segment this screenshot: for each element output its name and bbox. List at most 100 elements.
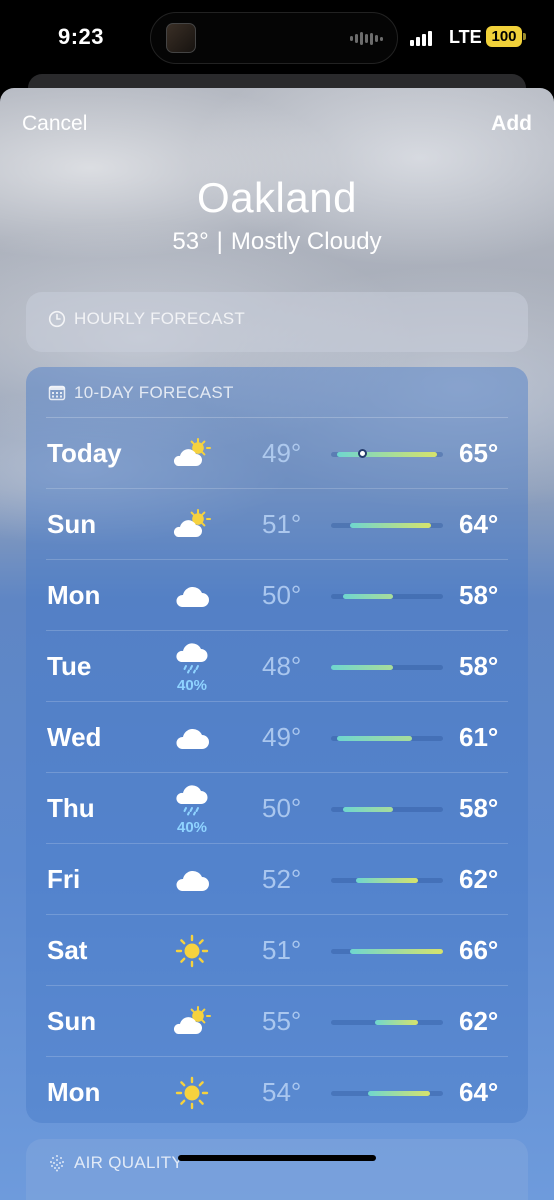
forecast-day: Mon [47,580,101,610]
temp-range-fill [343,594,394,599]
sun-icon [170,929,214,973]
partly-sunny-icon [170,1000,214,1044]
forecast-row[interactable]: Mon 54° 64° [26,1057,528,1128]
temp-range-fill [337,452,437,457]
home-indicator[interactable] [178,1155,376,1161]
current-condition: Mostly Cloudy [230,228,382,255]
air-quality-card[interactable]: AIR QUALITY [26,1139,528,1200]
clock-icon [48,310,66,328]
low-temp: 50° [262,793,302,823]
summary-separator: | [216,228,223,255]
partly-sunny-icon [170,432,214,476]
cloud-icon [170,574,214,618]
forecast-row[interactable]: Sun 55° 62° [26,986,528,1057]
temp-range-bar [331,594,443,599]
forecast-day: Thu [47,793,95,823]
city-name: Oakland [197,174,357,221]
temp-range-bar [331,878,443,883]
sun-icon [170,1071,214,1115]
dynamic-island[interactable] [150,12,398,64]
forecast-row[interactable]: Today 49° 65° [26,418,528,489]
forecast-day: Sun [47,509,97,539]
temp-range-bar [331,736,443,741]
forecast-row[interactable]: Sat 51° 66° [26,915,528,986]
temp-range-bar [331,523,443,528]
temp-range-fill [368,1091,431,1096]
temp-range-bar [331,1091,443,1096]
hourly-forecast-header: HOURLY FORECAST [48,309,245,329]
air-quality-header: AIR QUALITY [48,1153,183,1173]
current-temp-marker [357,449,367,458]
forecast-row[interactable]: Thu 40% 50° 58° [26,773,528,844]
precip-chance: 40% [176,819,208,836]
forecast-row[interactable]: Mon 50° 58° [26,560,528,631]
temp-range-bar [331,949,443,954]
high-temp: 58° [459,651,499,681]
current-temperature: 53° [172,228,209,255]
low-temp: 48° [262,651,302,681]
cancel-button[interactable]: Cancel [22,112,87,136]
temp-range-fill [349,949,443,954]
high-temp: 64° [459,1077,499,1107]
rain-cloud-icon [170,635,214,679]
temp-range-fill [349,523,431,528]
temp-range-fill [331,665,394,670]
forecast-day: Today [47,438,122,468]
hourly-forecast-card[interactable]: HOURLY FORECAST [26,292,528,352]
status-bar: 9:23 LTE 100 [0,0,554,84]
forecast-day: Fri [47,864,81,894]
temp-range-fill [374,1020,419,1025]
ten-day-forecast-header: 10-DAY FORECAST [48,383,234,403]
weather-sheet: Cancel Add Oakland 53° | Mostly Cloudy HOU… [0,88,554,1200]
forecast-day: Wed [47,722,102,752]
forecast-day: Mon [47,1077,101,1107]
cloud-icon [170,858,214,902]
add-button[interactable]: Add [491,112,532,136]
temp-range-fill [355,878,419,883]
air-quality-icon [50,1155,64,1172]
high-temp: 64° [459,509,499,539]
temp-range-bar [331,1020,443,1025]
temp-range-fill [343,807,394,812]
temp-range-fill [337,736,412,741]
low-temp: 54° [262,1077,302,1107]
rain-cloud-icon [170,777,214,821]
current-summary: 53° | Mostly Cloudy [0,228,554,256]
low-temp: 51° [262,509,302,539]
ten-day-forecast-card[interactable]: 10-DAY FORECAST Today 49° 65° Sun 51° 64° Mon 5… [26,367,528,1123]
low-temp: 50° [262,580,302,610]
high-temp: 62° [459,864,499,894]
high-temp: 58° [459,580,499,610]
low-temp: 52° [262,864,302,894]
forecast-row[interactable]: Tue 40% 48° 58° [26,631,528,702]
air-quality-title: AIR QUALITY [74,1153,184,1172]
battery-icon: 100 [486,26,526,47]
forecast-day: Tue [47,651,92,681]
cloud-icon [170,716,214,760]
calendar-icon [48,385,66,401]
low-temp: 55° [262,1006,302,1036]
low-temp: 49° [262,438,302,468]
forecast-row[interactable]: Wed 49° 61° [26,702,528,773]
high-temp: 66° [459,935,499,965]
low-temp: 49° [262,722,302,752]
ten-day-forecast-title: 10-DAY FORECAST [74,383,234,402]
network-type: LTE [449,27,482,47]
low-temp: 51° [262,935,302,965]
forecast-row[interactable]: Sun 51° 64° [26,489,528,560]
forecast-row[interactable]: Fri 52° 62° [26,844,528,915]
hourly-forecast-title: HOURLY FORECAST [74,309,246,328]
high-temp: 61° [459,722,499,752]
forecast-day: Sun [47,1006,97,1036]
temp-range-bar [331,449,443,458]
status-time: 9:23 [58,24,105,49]
precip-chance: 40% [176,677,208,694]
partly-sunny-icon [170,503,214,547]
forecast-day: Sat [47,935,88,965]
cellular-signal-icon [410,30,432,46]
high-temp: 58° [459,793,499,823]
temp-range-bar [331,665,443,670]
now-playing-artwork [166,23,196,53]
high-temp: 62° [459,1006,499,1036]
temp-range-bar [331,807,443,812]
